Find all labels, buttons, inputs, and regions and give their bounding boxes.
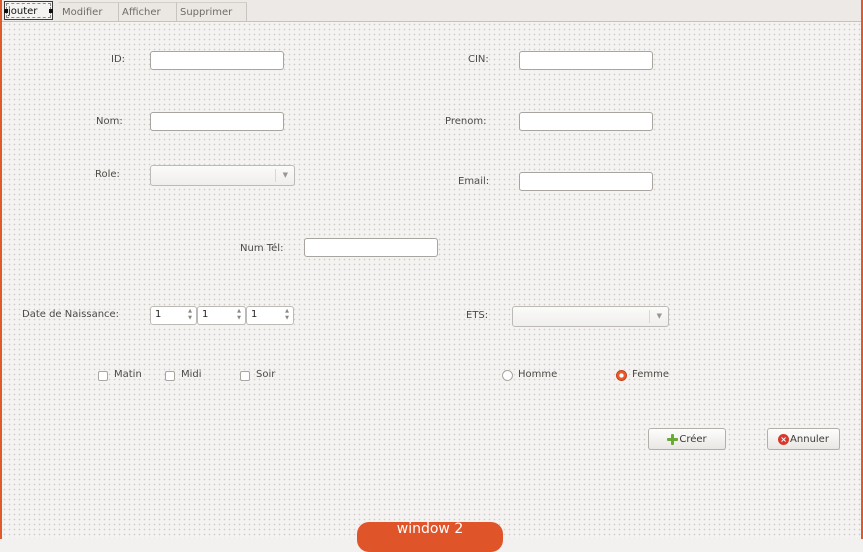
tab-supprimer[interactable]: Supprimer <box>177 2 247 21</box>
day-spinner[interactable]: 1 ▲ ▼ <box>150 306 197 325</box>
year-value: 1 <box>251 309 258 320</box>
prenom-field[interactable] <box>519 112 653 131</box>
cancel-button[interactable]: × Annuler <box>767 428 840 450</box>
create-button-label: Créer <box>679 433 707 445</box>
cancel-button-label: Annuler <box>790 433 829 445</box>
tab-ajouter-label: jouter <box>8 6 38 17</box>
soir-checkbox[interactable] <box>240 371 250 381</box>
year-spinner[interactable]: 1 ▲ ▼ <box>246 306 294 325</box>
midi-checkbox[interactable] <box>165 371 175 381</box>
tab-modifier-label: Modifier <box>62 7 103 18</box>
window-title-pill-label: window 2 <box>396 522 464 537</box>
tab-bar: jouter Modifier Afficher Supprimer <box>2 0 861 21</box>
ets-combobox[interactable]: ▼ <box>512 306 669 327</box>
tab-supprimer-label: Supprimer <box>180 7 233 18</box>
numtel-label: Num Tél: <box>240 243 284 254</box>
homme-label: Homme <box>518 369 558 380</box>
role-label: Role: <box>95 169 120 180</box>
id-field[interactable] <box>150 51 284 70</box>
prenom-label: Prenom: <box>445 116 487 127</box>
date-label: Date de Naissance: <box>22 309 120 320</box>
cin-field[interactable] <box>519 51 653 70</box>
day-value: 1 <box>155 309 162 320</box>
femme-radio[interactable] <box>616 370 627 381</box>
id-label: ID: <box>111 54 126 65</box>
resize-handle-right[interactable] <box>49 9 53 13</box>
soir-label: Soir <box>256 369 276 380</box>
femme-label: Femme <box>632 369 669 380</box>
nom-field[interactable] <box>150 112 284 131</box>
email-field[interactable] <box>519 172 653 191</box>
form-canvas <box>2 21 861 539</box>
plus-icon <box>667 433 679 445</box>
tab-ajouter[interactable]: jouter <box>4 1 53 20</box>
tab-afficher[interactable]: Afficher <box>119 2 177 21</box>
month-value: 1 <box>202 309 209 320</box>
midi-label: Midi <box>181 369 202 380</box>
numtel-field[interactable] <box>304 238 438 257</box>
nom-label: Nom: <box>96 116 123 127</box>
email-label: Email: <box>458 176 490 187</box>
cin-label: CIN: <box>468 54 489 65</box>
spin-arrows-icon[interactable]: ▲ ▼ <box>283 308 291 322</box>
ets-label: ETS: <box>466 310 489 321</box>
spin-arrows-icon[interactable]: ▲ ▼ <box>186 308 194 322</box>
tab-modifier[interactable]: Modifier <box>59 2 119 21</box>
combo-separator <box>275 169 276 182</box>
chevron-down-icon: ▼ <box>656 312 662 320</box>
matin-label: Matin <box>114 369 142 380</box>
tab-afficher-label: Afficher <box>122 7 161 18</box>
role-combobox[interactable]: ▼ <box>150 165 295 186</box>
combo-separator <box>649 310 650 323</box>
window-title-pill: window 2 <box>357 522 503 552</box>
resize-handle-left[interactable] <box>4 9 8 13</box>
chevron-down-icon: ▼ <box>282 171 288 179</box>
homme-radio[interactable] <box>502 370 513 381</box>
month-spinner[interactable]: 1 ▲ ▼ <box>197 306 246 325</box>
matin-checkbox[interactable] <box>98 371 108 381</box>
create-button[interactable]: Créer <box>648 428 726 450</box>
cancel-icon: × <box>778 433 790 445</box>
spin-arrows-icon[interactable]: ▲ ▼ <box>235 308 243 322</box>
